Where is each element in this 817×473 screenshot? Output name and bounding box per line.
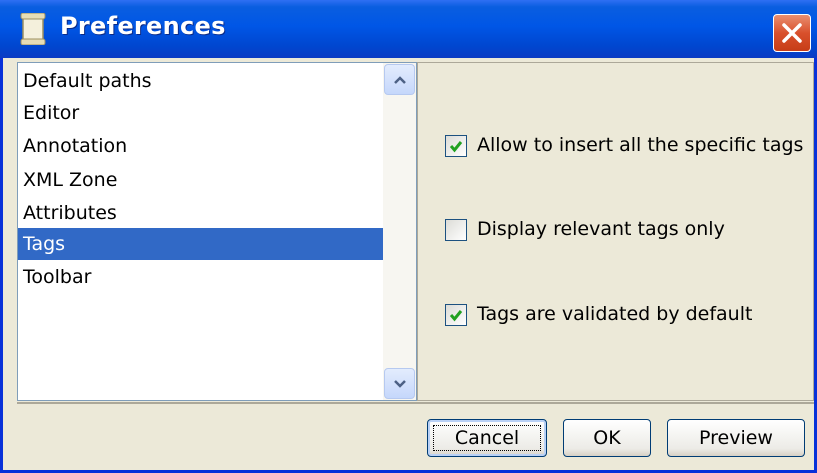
scroll-down-button[interactable] <box>384 368 415 399</box>
preview-button[interactable]: Preview <box>667 419 805 457</box>
tag-options-panel: Allow to insert all the specific tags Di… <box>417 62 814 401</box>
checkbox-display-relevant-tags[interactable] <box>445 219 467 241</box>
category-item-tags[interactable]: Tags <box>18 228 383 260</box>
preview-button-label: Preview <box>699 427 773 449</box>
category-list-panel: Default paths Editor Annotation XML Zone… <box>17 62 417 401</box>
option-label: Allow to insert all the specific tags <box>477 134 804 156</box>
window-title: Preferences <box>60 12 226 40</box>
checkbox-allow-specific-tags[interactable] <box>445 135 467 157</box>
title-bar[interactable]: Preferences <box>0 0 817 58</box>
scroll-up-button[interactable] <box>384 64 415 95</box>
cancel-button-label: Cancel <box>454 427 520 449</box>
preferences-dialog: Preferences Default paths Editor Annotat… <box>0 0 817 473</box>
category-item-editor[interactable]: Editor <box>21 97 381 129</box>
checkmark-icon <box>449 141 463 153</box>
vertical-scrollbar[interactable] <box>383 63 416 400</box>
document-icon <box>20 13 46 45</box>
ok-button-label: OK <box>593 427 621 449</box>
close-button[interactable] <box>773 14 811 52</box>
option-label: Tags are validated by default <box>477 303 753 325</box>
category-item-default-paths[interactable]: Default paths <box>21 65 381 97</box>
chevron-up-icon <box>394 76 406 84</box>
dialog-content: Default paths Editor Annotation XML Zone… <box>3 58 814 473</box>
option-label: Display relevant tags only <box>477 218 725 240</box>
cancel-button[interactable]: Cancel <box>427 419 547 457</box>
category-item-xml-zone[interactable]: XML Zone <box>21 164 381 196</box>
ok-button[interactable]: OK <box>563 419 651 457</box>
close-icon <box>782 23 802 43</box>
button-bar-divider <box>17 402 814 404</box>
chevron-down-icon <box>394 380 406 388</box>
checkmark-icon <box>449 310 463 322</box>
checkbox-tags-validated[interactable] <box>445 304 467 326</box>
category-item-attributes[interactable]: Attributes <box>21 197 381 229</box>
category-list[interactable]: Default paths Editor Annotation XML Zone… <box>18 63 384 400</box>
category-item-toolbar[interactable]: Toolbar <box>21 261 381 293</box>
category-item-annotation[interactable]: Annotation <box>21 130 381 162</box>
